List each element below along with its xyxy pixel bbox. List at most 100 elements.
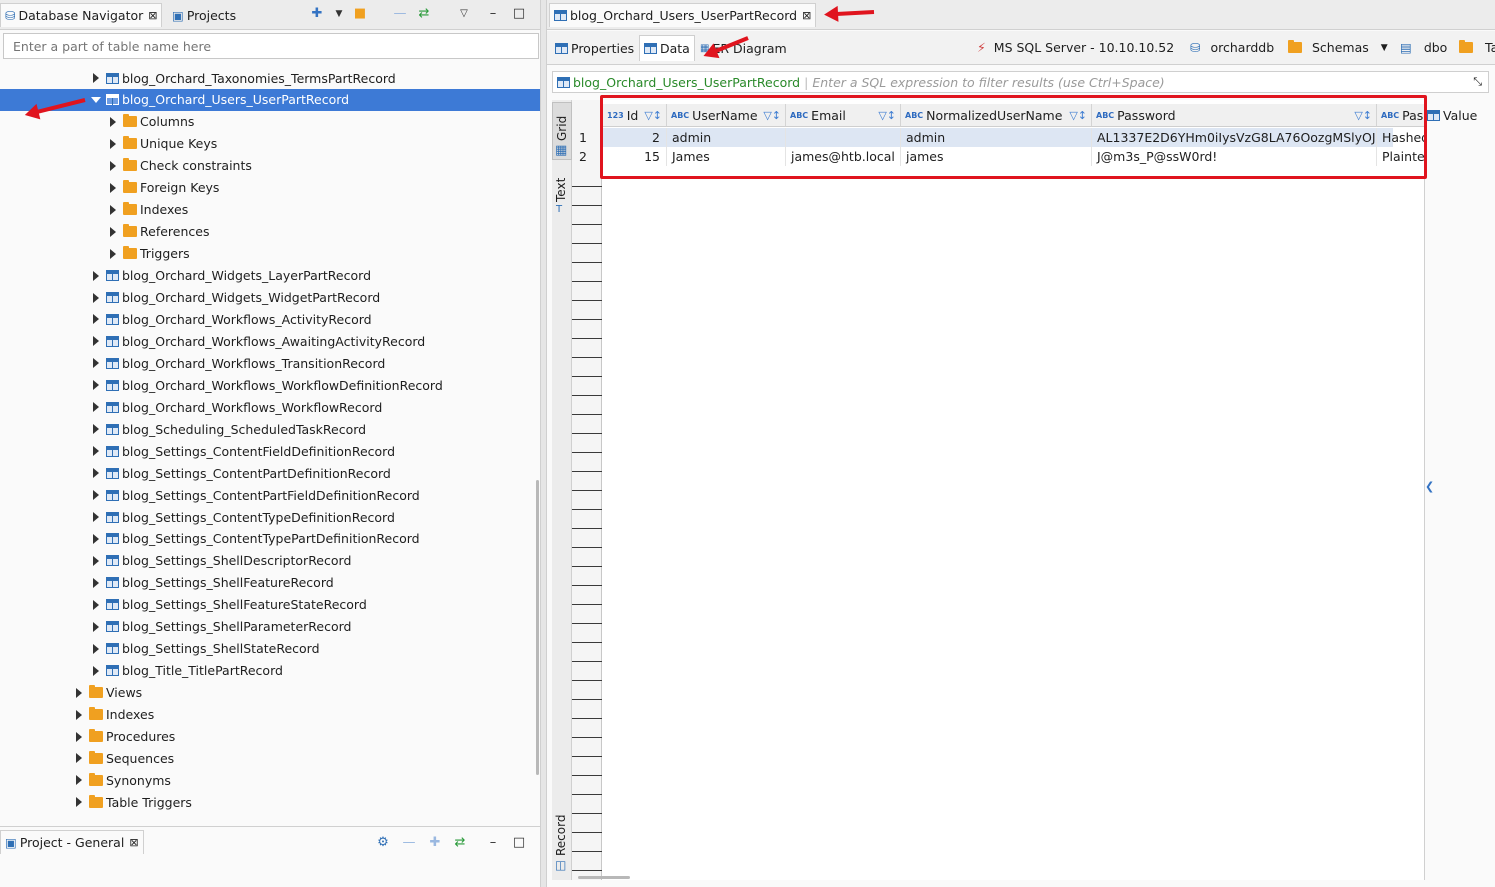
gear-icon[interactable]: ⚙	[375, 835, 391, 851]
view-menu-icon[interactable]: ▽	[456, 6, 472, 22]
tree-item[interactable]: Check constraints	[0, 155, 540, 177]
tree-item[interactable]: blog_Orchard_Taxonomies_TermsPartRecord	[0, 67, 540, 89]
collapsed-arrow-icon[interactable]	[73, 731, 85, 743]
collapsed-arrow-icon[interactable]	[73, 796, 85, 808]
tree-item[interactable]: blog_Settings_ShellFeatureRecord	[0, 572, 540, 594]
maximize-icon[interactable]: □	[511, 835, 527, 851]
tree-item[interactable]: Synonyms	[0, 769, 540, 791]
tree-item[interactable]: Indexes	[0, 704, 540, 726]
row-number[interactable]: 2	[574, 147, 602, 166]
row-number[interactable]: 1	[574, 128, 602, 147]
collapsed-arrow-icon[interactable]	[90, 577, 102, 589]
tree-item[interactable]: blog_Settings_ContentPartDefinitionRecor…	[0, 462, 540, 484]
collapsed-arrow-icon[interactable]	[90, 467, 102, 479]
collapsed-arrow-icon[interactable]	[90, 401, 102, 413]
collapsed-arrow-icon[interactable]	[90, 423, 102, 435]
tab-properties[interactable]: Properties	[551, 35, 638, 61]
close-icon[interactable]: ⊠	[148, 9, 157, 22]
sql-filter-bar[interactable]: blog_Orchard_Users_UserPartRecord | Ente…	[552, 71, 1489, 93]
tab-database-navigator[interactable]: ⛁ Database Navigator ⊠	[0, 3, 163, 27]
tree-item[interactable]: Table Triggers	[0, 791, 540, 813]
schema-selector[interactable]: ▤ dbo	[1400, 40, 1447, 55]
expanded-arrow-icon[interactable]	[90, 94, 102, 106]
sql-filter-input[interactable]: Enter a SQL expression to filter results…	[812, 75, 1164, 90]
table-filter-input[interactable]	[3, 33, 539, 59]
tree-item[interactable]: blog_Settings_ContentFieldDefinitionReco…	[0, 440, 540, 462]
tree-item[interactable]: blog_Settings_ShellFeatureStateRecord	[0, 594, 540, 616]
collapsed-arrow-icon[interactable]	[90, 270, 102, 282]
collapsed-arrow-icon[interactable]	[90, 335, 102, 347]
tree-item[interactable]: Foreign Keys	[0, 177, 540, 199]
tree-item[interactable]: blog_Title_TitlePartRecord	[0, 660, 540, 682]
collapsed-arrow-icon[interactable]	[73, 687, 85, 699]
collapsed-arrow-icon[interactable]	[107, 182, 119, 194]
maximize-icon[interactable]: □	[511, 6, 527, 22]
tab-editor-table[interactable]: blog_Orchard_Users_UserPartRecord ⊠	[549, 3, 817, 27]
collapsed-arrow-icon[interactable]	[90, 445, 102, 457]
collapsed-arrow-icon[interactable]	[107, 226, 119, 238]
tree-item[interactable]: blog_Orchard_Workflows_ActivityRecord	[0, 308, 540, 330]
tree-item[interactable]: blog_Settings_ContentPartFieldDefinition…	[0, 484, 540, 506]
tree-item[interactable]: blog_Orchard_Workflows_WorkflowDefinitio…	[0, 374, 540, 396]
tree-item[interactable]: blog_Settings_ShellDescriptorRecord	[0, 550, 540, 572]
tab-project-general[interactable]: ▣ Project - General ⊠	[0, 830, 144, 854]
panel-toggle-icon[interactable]: ❮	[1425, 480, 1434, 493]
chevron-down-icon[interactable]: ▼	[331, 6, 347, 22]
collapsed-arrow-icon[interactable]	[90, 621, 102, 633]
tree-item[interactable]: Columns	[0, 111, 540, 133]
expand-icon[interactable]: ✚	[427, 835, 443, 851]
tree-item[interactable]: Sequences	[0, 747, 540, 769]
collapsed-arrow-icon[interactable]	[90, 379, 102, 391]
collapsed-arrow-icon[interactable]	[90, 72, 102, 84]
minimize-icon[interactable]: –	[485, 6, 501, 22]
tab-projects[interactable]: ▣ Projects	[168, 3, 240, 27]
close-icon[interactable]: ⊠	[129, 836, 138, 849]
tree-item[interactable]: Unique Keys	[0, 133, 540, 155]
grid-mode-button[interactable]: Grid ▦	[552, 102, 572, 160]
tab-data[interactable]: Data	[639, 35, 695, 61]
collapsed-arrow-icon[interactable]	[107, 138, 119, 150]
tree-item[interactable]: blog_Scheduling_ScheduledTaskRecord	[0, 418, 540, 440]
new-connection-icon[interactable]: ✚	[309, 6, 325, 22]
database-selector[interactable]: ⛁ orcharddb	[1190, 40, 1274, 55]
collapse-all-icon[interactable]: —	[401, 835, 417, 851]
collapsed-arrow-icon[interactable]	[90, 665, 102, 677]
collapsed-arrow-icon[interactable]	[107, 204, 119, 216]
tree-item[interactable]: Indexes	[0, 199, 540, 221]
collapsed-arrow-icon[interactable]	[90, 489, 102, 501]
tables-selector[interactable]: Ta	[1459, 40, 1495, 55]
record-mode-button[interactable]: Record ◫	[552, 810, 572, 876]
tree-item[interactable]: blog_Settings_ShellParameterRecord	[0, 616, 540, 638]
tree-item[interactable]: blog_Orchard_Workflows_WorkflowRecord	[0, 396, 540, 418]
collapsed-arrow-icon[interactable]	[90, 555, 102, 567]
collapsed-arrow-icon[interactable]	[90, 292, 102, 304]
minimize-icon[interactable]: –	[485, 835, 501, 851]
panel-splitter[interactable]	[540, 0, 547, 887]
tree-item[interactable]: Triggers	[0, 243, 540, 265]
close-icon[interactable]: ⊠	[802, 9, 811, 22]
tree-item[interactable]: blog_Settings_ShellStateRecord	[0, 638, 540, 660]
collapsed-arrow-icon[interactable]	[90, 511, 102, 523]
tree-item[interactable]: blog_Orchard_Widgets_WidgetPartRecord	[0, 287, 540, 309]
tree-item[interactable]: blog_Settings_ContentTypeDefinitionRecor…	[0, 506, 540, 528]
value-panel-tab[interactable]: Value	[1427, 108, 1477, 123]
collapsed-arrow-icon[interactable]	[107, 116, 119, 128]
collapse-all-icon[interactable]: —	[392, 6, 408, 22]
tree-item[interactable]: Procedures	[0, 726, 540, 748]
expand-icon[interactable]: ⤡	[1473, 75, 1482, 89]
collapsed-arrow-icon[interactable]	[107, 248, 119, 260]
link-editor-icon[interactable]: ⇄	[416, 6, 432, 22]
collapsed-arrow-icon[interactable]	[90, 357, 102, 369]
schemas-selector[interactable]: Schemas ▼	[1288, 40, 1388, 55]
horizontal-scrollbar[interactable]	[578, 876, 630, 879]
tree-item[interactable]: blog_Orchard_Workflows_AwaitingActivityR…	[0, 330, 540, 352]
connection-selector[interactable]: ⚡ MS SQL Server - 10.10.10.52	[977, 40, 1174, 55]
new-folder-icon[interactable]: ■	[352, 6, 368, 22]
tree-item[interactable]: blog_Settings_ContentTypePartDefinitionR…	[0, 528, 540, 550]
collapsed-arrow-icon[interactable]	[73, 709, 85, 721]
tree-item[interactable]: blog_Orchard_Workflows_TransitionRecord	[0, 352, 540, 374]
collapsed-arrow-icon[interactable]	[90, 643, 102, 655]
tree-item[interactable]: Views	[0, 682, 540, 704]
collapsed-arrow-icon[interactable]	[73, 752, 85, 764]
collapsed-arrow-icon[interactable]	[90, 313, 102, 325]
